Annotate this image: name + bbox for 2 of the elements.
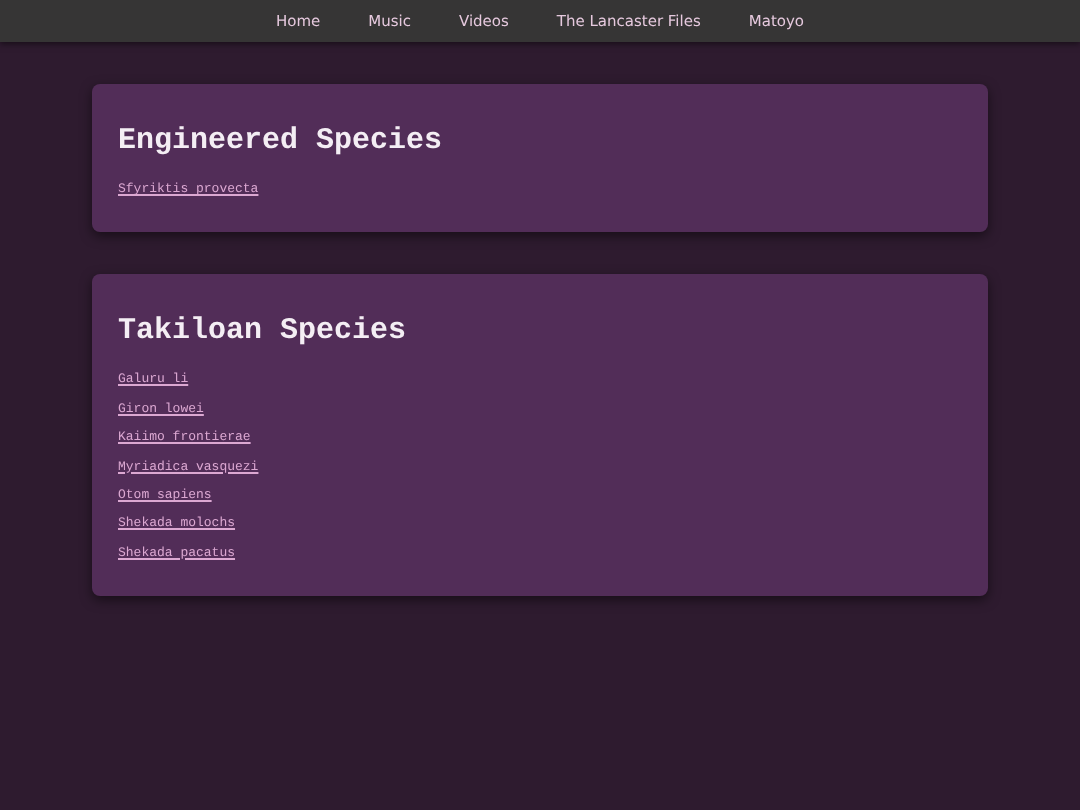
section-heading: Engineered Species <box>118 124 445 160</box>
section-heading: Takiloan Species <box>118 314 409 351</box>
